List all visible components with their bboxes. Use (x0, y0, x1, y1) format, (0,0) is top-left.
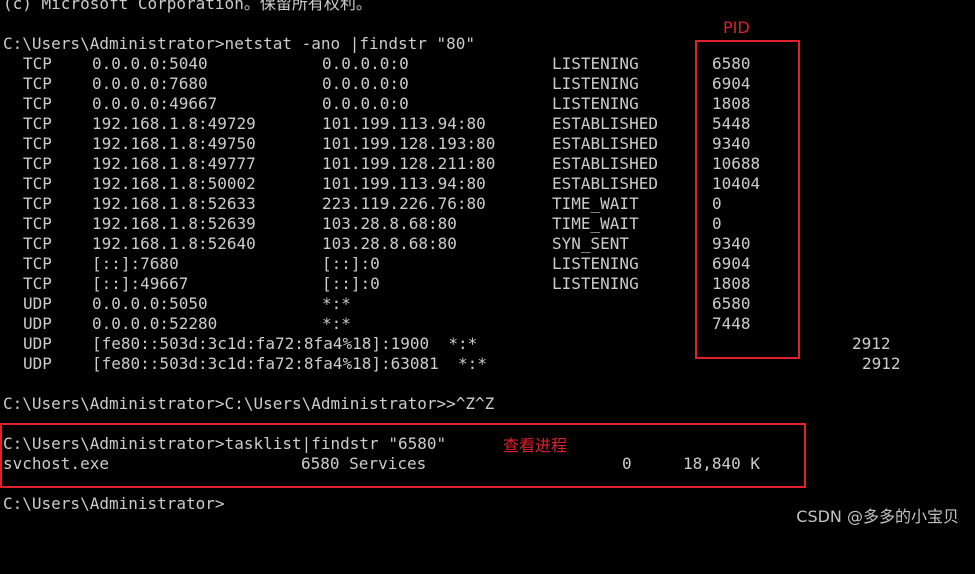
local-address-cell: 0.0.0.0:52280 (92, 314, 218, 333)
foreign-address-cell: 101.199.113.94:80 (322, 174, 486, 193)
state-cell: ESTABLISHED (552, 114, 658, 133)
local-address-cell: 0.0.0.0:49667 (92, 94, 218, 113)
foreign-address-cell: 101.199.128.193:80 (322, 134, 496, 153)
proto-cell: TCP (23, 234, 52, 253)
local-address-cell: 0.0.0.0:7680 (92, 74, 208, 93)
proto-cell: TCP (23, 94, 52, 113)
proto-cell: UDP (23, 334, 52, 353)
netstat-row: UDP 0.0.0.0:52280 *:* 7448 (3, 314, 963, 334)
foreign-address-cell: 0.0.0.0:0 (322, 54, 409, 73)
state-cell: TIME_WAIT (552, 214, 639, 233)
local-foreign-cell: [fe80::503d:3c1d:fa72:8fa4%18]:1900 *:* (92, 334, 478, 353)
foreign-address-cell: *:* (322, 314, 351, 333)
netstat-row: TCP 192.168.1.8:49777 101.199.128.211:80 ES… (3, 154, 963, 174)
local-foreign-cell: [fe80::503d:3c1d:fa72:8fa4%18]:63081 *:* (92, 354, 487, 373)
state-cell: TIME_WAIT (552, 194, 639, 213)
netstat-row: TCP 192.168.1.8:50002 101.199.113.94:80 EST… (3, 174, 963, 194)
netstat-row: TCP 192.168.1.8:52639 103.28.8.68:80 TIME_W… (3, 214, 963, 234)
proto-cell: TCP (23, 174, 52, 193)
command-netstat: C:\Users\Administrator>netstat -ano |fin… (3, 34, 476, 53)
state-cell: ESTABLISHED (552, 134, 658, 153)
netstat-row: TCP 192.168.1.8:49729 101.199.113.94:80 EST… (3, 114, 963, 134)
state-cell: LISTENING (552, 274, 639, 293)
proto-cell: UDP (23, 314, 52, 333)
foreign-address-cell: 0.0.0.0:0 (322, 94, 409, 113)
local-address-cell: [::]:49667 (92, 274, 189, 293)
pid-cell: 2912 (862, 354, 901, 373)
state-cell: LISTENING (552, 94, 639, 113)
netstat-row: TCP 192.168.1.8:49750 101.199.128.193:80 ES… (3, 134, 963, 154)
netstat-row: TCP 192.168.1.8:52633 223.119.226.76:80 TIM… (3, 194, 963, 214)
prompt-text: C:\Users\Administrator> (3, 494, 225, 513)
local-address-cell: 0.0.0.0:5040 (92, 54, 208, 73)
proto-cell: TCP (23, 54, 52, 73)
local-address-cell: 0.0.0.0:5050 (92, 294, 208, 313)
pid-annotation-label: PID (723, 18, 750, 37)
pid-highlight-box (695, 40, 800, 359)
netstat-row: TCP [::]:7680 [::]:0 LISTENING 6904 (3, 254, 963, 274)
state-cell: LISTENING (552, 74, 639, 93)
netstat-row: TCP 0.0.0.0:49667 0.0.0.0:0 LISTENING 1808 (3, 94, 963, 114)
foreign-address-cell: *:* (322, 294, 351, 313)
foreign-address-cell: 223.119.226.76:80 (322, 194, 486, 213)
csdn-watermark: CSDN @多多的小宝贝 (796, 507, 959, 526)
state-cell: ESTABLISHED (552, 154, 658, 173)
command-prompt[interactable]: C:\Users\Administrator> (3, 494, 225, 514)
state-cell: LISTENING (552, 254, 639, 273)
proto-cell: UDP (23, 354, 52, 373)
netstat-row: UDP 0.0.0.0:5050 *:* 6580 (3, 294, 963, 314)
local-address-cell: 192.168.1.8:50002 (92, 174, 256, 193)
local-address-cell: 192.168.1.8:49729 (92, 114, 256, 133)
local-address-cell: 192.168.1.8:49777 (92, 154, 256, 173)
proto-cell: TCP (23, 134, 52, 153)
state-cell: LISTENING (552, 54, 639, 73)
proto-cell: TCP (23, 154, 52, 173)
command-ctrl-z: C:\Users\Administrator>C:\Users\Administ… (3, 394, 495, 413)
local-address-cell: 192.168.1.8:52640 (92, 234, 256, 253)
foreign-address-cell: 103.28.8.68:80 (322, 214, 457, 233)
proto-cell: TCP (23, 274, 52, 293)
pid-cell: 2912 (852, 334, 891, 353)
copyright-line: (c) Microsoft Corporation。保留所有权利。 (3, 0, 372, 13)
local-address-cell: [::]:7680 (92, 254, 179, 273)
process-annotation-label: 查看进程 (503, 436, 568, 455)
netstat-row: TCP [::]:49667 [::]:0 LISTENING 1808 (3, 274, 963, 294)
state-cell: SYN_SENT (552, 234, 630, 253)
foreign-address-cell: [::]:0 (322, 254, 380, 273)
foreign-address-cell: 101.199.113.94:80 (322, 114, 486, 133)
state-cell: ESTABLISHED (552, 174, 658, 193)
foreign-address-cell: 101.199.128.211:80 (322, 154, 496, 173)
local-address-cell: 192.168.1.8:49750 (92, 134, 256, 153)
netstat-row: UDP [fe80::503d:3c1d:fa72:8fa4%18]:63081 … (3, 354, 963, 374)
proto-cell: TCP (23, 254, 52, 273)
local-address-cell: 192.168.1.8:52633 (92, 194, 256, 213)
local-address-cell: 192.168.1.8:52639 (92, 214, 256, 233)
netstat-row: TCP 192.168.1.8:52640 103.28.8.68:80 SYN_SE… (3, 234, 963, 254)
foreign-address-cell: 0.0.0.0:0 (322, 74, 409, 93)
proto-cell: TCP (23, 74, 52, 93)
netstat-row: UDP [fe80::503d:3c1d:fa72:8fa4%18]:1900 *… (3, 334, 963, 354)
netstat-row: TCP 0.0.0.0:7680 0.0.0.0:0 LISTENING 6904 (3, 74, 963, 94)
proto-cell: TCP (23, 214, 52, 233)
tasklist-highlight-box (0, 423, 806, 488)
foreign-address-cell: [::]:0 (322, 274, 380, 293)
proto-cell: UDP (23, 294, 52, 313)
proto-cell: TCP (23, 194, 52, 213)
foreign-address-cell: 103.28.8.68:80 (322, 234, 457, 253)
proto-cell: TCP (23, 114, 52, 133)
netstat-row: TCP 0.0.0.0:5040 0.0.0.0:0 LISTENING 6580 (3, 54, 963, 74)
